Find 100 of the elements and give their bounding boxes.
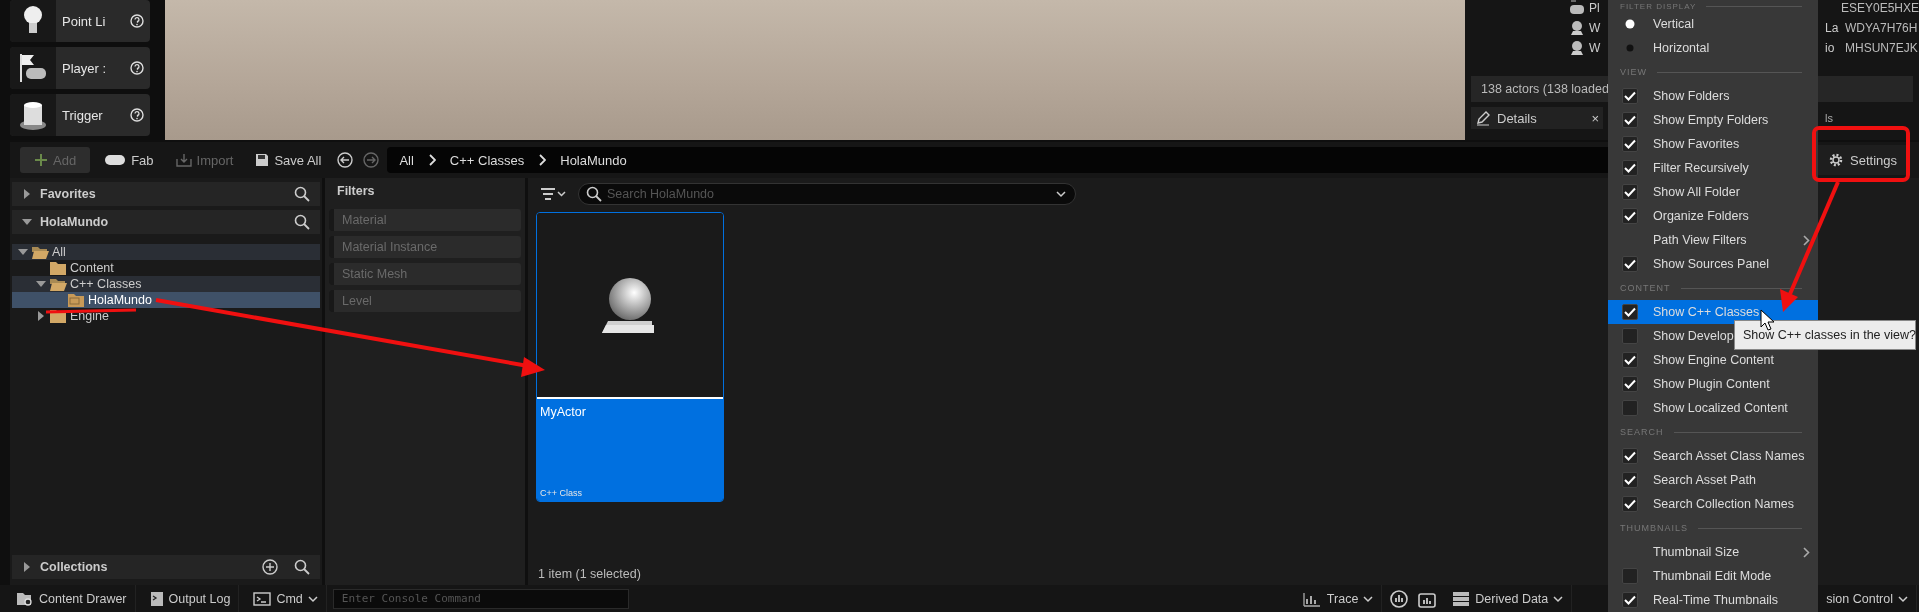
- menu-item[interactable]: Thumbnail Edit Mode: [1608, 564, 1818, 588]
- checkbox[interactable]: [1622, 592, 1638, 608]
- tooltip: Show C++ classes in the view?: [1734, 320, 1916, 350]
- search-icon[interactable]: [294, 186, 310, 202]
- fab-button[interactable]: Fab: [96, 147, 162, 173]
- menu-item[interactable]: Show Localized Content: [1608, 396, 1818, 420]
- console-field[interactable]: Enter Console Command: [332, 588, 629, 609]
- record-icon[interactable]: [1390, 589, 1409, 608]
- details-tab[interactable]: Details ×: [1471, 107, 1603, 129]
- menu-item[interactable]: Search Asset Class Names: [1608, 444, 1818, 468]
- submenu-item[interactable]: Path View Filters: [1608, 228, 1818, 252]
- asset-tile[interactable]: MyActor C++ Class: [536, 212, 724, 502]
- checkbox[interactable]: [1622, 496, 1638, 512]
- placement-item[interactable]: Trigger: [10, 94, 150, 136]
- tree-item[interactable]: Content: [12, 260, 320, 276]
- tree-item[interactable]: HolaMundo: [12, 292, 320, 308]
- menu-item[interactable]: Real-Time Thumbnails: [1608, 588, 1818, 612]
- actor-label: Point Li: [62, 13, 106, 29]
- section-header[interactable]: Favorites: [12, 182, 320, 206]
- import-icon: [175, 153, 192, 167]
- menu-item[interactable]: Show Engine Content: [1608, 348, 1818, 372]
- expanded-arrow-icon[interactable]: [18, 248, 28, 256]
- trace-button[interactable]: Trace: [1293, 585, 1383, 612]
- chevron-icon[interactable]: [427, 154, 436, 166]
- help-icon[interactable]: [130, 61, 144, 75]
- menu-item[interactable]: Show Folders: [1608, 84, 1818, 108]
- section-header[interactable]: Collections: [12, 555, 320, 579]
- cmd-button[interactable]: Cmd: [245, 585, 327, 612]
- caret-icon: [1553, 594, 1564, 603]
- search-icon[interactable]: [294, 214, 310, 230]
- menu-item[interactable]: Vertical: [1608, 12, 1818, 36]
- menu-item[interactable]: Search Collection Names: [1608, 492, 1818, 516]
- terminal-icon: [253, 591, 272, 606]
- search-icon[interactable]: [294, 559, 310, 575]
- checkbox[interactable]: [1622, 472, 1638, 488]
- checkbox[interactable]: [1622, 160, 1638, 176]
- caret-icon: [1898, 594, 1908, 603]
- checkbox[interactable]: [1622, 112, 1638, 128]
- expanded-arrow-icon[interactable]: [36, 280, 46, 288]
- help-icon[interactable]: [130, 108, 144, 122]
- section-header[interactable]: HolaMundo: [12, 210, 320, 234]
- menu-item[interactable]: Horizontal: [1608, 36, 1818, 60]
- chevron-icon[interactable]: [538, 154, 547, 166]
- menu-item[interactable]: Show Favorites: [1608, 132, 1818, 156]
- search-field[interactable]: Search HolaMundo: [578, 183, 1076, 205]
- actor-id: ESEY0E5HXE: [1840, 1, 1919, 15]
- checkbox[interactable]: [1622, 304, 1638, 320]
- close-button[interactable]: ×: [1591, 110, 1599, 126]
- menu-item[interactable]: Filter Recursively: [1608, 156, 1818, 180]
- menu-item[interactable]: Organize Folders: [1608, 204, 1818, 228]
- checkbox[interactable]: [1622, 352, 1638, 368]
- breadcrumb[interactable]: C++ Classes: [449, 152, 525, 168]
- database-icon: [1452, 590, 1471, 607]
- menu-item[interactable]: Show All Folder: [1608, 180, 1818, 204]
- panel-title: Filters: [337, 184, 375, 198]
- menu-item[interactable]: Show C++ Classes: [1608, 300, 1818, 324]
- menu-item[interactable]: Show Plugin Content: [1608, 372, 1818, 396]
- checkbox[interactable]: [1622, 208, 1638, 224]
- actor-name: Pl: [1589, 1, 1601, 15]
- actor-icon: [1569, 40, 1585, 56]
- checkbox[interactable]: [1622, 184, 1638, 200]
- actor-icon: [1569, 20, 1585, 36]
- drawer-button[interactable]: Content Drawer: [8, 585, 136, 612]
- menu-item[interactable]: Show Sources Panel: [1608, 252, 1818, 276]
- menu-item[interactable]: Show Empty Folders: [1608, 108, 1818, 132]
- submenu-item[interactable]: Thumbnail Size: [1608, 540, 1818, 564]
- add-icon[interactable]: [262, 559, 278, 575]
- section-label: VIEW: [1620, 67, 1647, 77]
- help-icon[interactable]: [130, 14, 144, 28]
- derived-button[interactable]: Derived Data: [1444, 585, 1573, 612]
- forward-icon[interactable]: [363, 152, 380, 168]
- checkbox[interactable]: [1622, 328, 1638, 344]
- breadcrumb[interactable]: HolaMundo: [560, 152, 627, 168]
- tab-label[interactable]: ls: [1825, 112, 1833, 124]
- placement-item[interactable]: Point Li: [10, 0, 150, 42]
- radio-dot[interactable]: [1625, 19, 1635, 29]
- expanded-arrow-icon: [22, 218, 32, 226]
- checkbox[interactable]: [1622, 400, 1638, 416]
- log-button[interactable]: Output Log: [141, 585, 240, 612]
- checkbox[interactable]: [1622, 376, 1638, 392]
- checkbox[interactable]: [1622, 448, 1638, 464]
- section-label: CONTENT: [1620, 283, 1671, 293]
- collapsed-arrow-icon[interactable]: [36, 311, 46, 321]
- caret-icon[interactable]: [1056, 190, 1066, 198]
- actor-count: 138 actors (138 loaded: [1481, 82, 1609, 96]
- back-icon[interactable]: [337, 152, 354, 168]
- checkbox[interactable]: [1622, 88, 1638, 104]
- save-button[interactable]: Save All: [247, 147, 330, 173]
- breadcrumb[interactable]: All: [399, 152, 414, 168]
- radio-dot[interactable]: [1625, 43, 1635, 53]
- tree-item[interactable]: All: [12, 244, 320, 260]
- actor-label: Player :: [62, 60, 107, 76]
- checkbox[interactable]: [1622, 256, 1638, 272]
- tree-item[interactable]: C++ Classes: [12, 276, 320, 292]
- placement-item[interactable]: Player :: [10, 47, 150, 89]
- checkbox[interactable]: [1622, 136, 1638, 152]
- settings-button[interactable]: Settings: [1818, 145, 1907, 175]
- asset-type: C++ Class: [540, 488, 584, 498]
- checkbox[interactable]: [1622, 568, 1638, 584]
- menu-item[interactable]: Search Asset Path: [1608, 468, 1818, 492]
